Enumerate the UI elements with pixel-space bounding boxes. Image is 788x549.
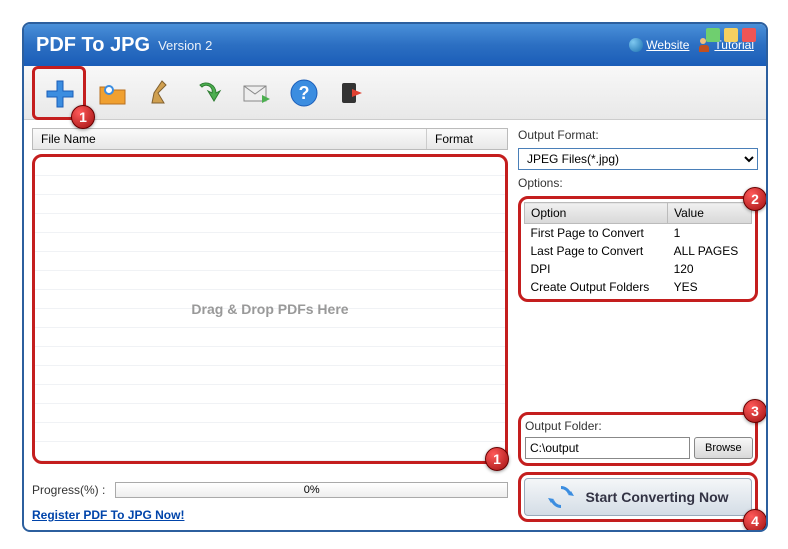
refresh-icon [547, 483, 575, 511]
arrow-down-icon [192, 77, 224, 109]
globe-icon [629, 38, 643, 52]
title-bar: PDF To JPG Version 2 Website Tutorial [24, 24, 766, 66]
email-button[interactable] [234, 71, 278, 115]
right-panel: Output Format: JPEG Files(*.jpg) Options… [518, 128, 758, 522]
help-icon: ? [288, 77, 320, 109]
start-convert-button[interactable]: Start Converting Now [524, 478, 752, 516]
options-table[interactable]: Option Value First Page to Convert1 Last… [524, 202, 752, 296]
app-window: PDF To JPG Version 2 Website Tutorial 1 [22, 22, 768, 532]
website-link[interactable]: Website [629, 38, 689, 52]
person-icon [697, 38, 711, 52]
file-drop-area[interactable]: Drag & Drop PDFs Here 1 [32, 154, 508, 464]
toolbar: 1 ? [24, 66, 766, 120]
convert-label: Start Converting Now [585, 489, 728, 505]
col-value: Value [668, 203, 752, 224]
website-label: Website [646, 38, 689, 52]
app-version: Version 2 [158, 38, 212, 53]
window-controls [706, 28, 756, 42]
badge-2: 2 [743, 187, 767, 211]
progress-row: Progress(%) : 0% [32, 482, 508, 498]
app-title: PDF To JPG [36, 34, 150, 57]
badge-1b: 1 [485, 447, 509, 471]
exit-icon [336, 77, 368, 109]
register-link[interactable]: Register PDF To JPG Now! [32, 508, 508, 522]
progress-value: 0% [304, 484, 320, 496]
close-button[interactable] [742, 28, 756, 42]
progress-bar: 0% [115, 482, 508, 498]
output-format-select[interactable]: JPEG Files(*.jpg) [518, 148, 758, 170]
help-button[interactable]: ? [282, 71, 326, 115]
add-folder-button[interactable] [90, 71, 134, 115]
refresh-button[interactable] [186, 71, 230, 115]
maximize-button[interactable] [724, 28, 738, 42]
table-row: DPI120 [525, 260, 752, 278]
table-row: Create Output FoldersYES [525, 278, 752, 296]
output-folder-label: Output Folder: [525, 419, 751, 433]
broom-icon [144, 77, 176, 109]
convert-panel: Start Converting Now 4 [518, 472, 758, 522]
col-format[interactable]: Format [427, 129, 507, 149]
file-list-header: File Name Format [32, 128, 508, 150]
badge-1: 1 [71, 105, 95, 129]
options-label: Options: [518, 176, 758, 190]
badge-4: 4 [743, 509, 767, 532]
table-row: Last Page to ConvertALL PAGES [525, 242, 752, 260]
output-folder-input[interactable] [525, 437, 690, 459]
progress-label: Progress(%) : [32, 483, 105, 497]
output-format-label: Output Format: [518, 128, 758, 142]
clear-list-button[interactable] [138, 71, 182, 115]
badge-3: 3 [743, 399, 767, 423]
folder-search-icon [96, 77, 128, 109]
options-panel: Option Value First Page to Convert1 Last… [518, 196, 758, 302]
col-option: Option [525, 203, 668, 224]
plus-icon [43, 77, 75, 109]
table-row: First Page to Convert1 [525, 224, 752, 243]
browse-button[interactable]: Browse [694, 437, 753, 459]
drop-hint: Drag & Drop PDFs Here [191, 301, 348, 317]
col-filename[interactable]: File Name [33, 129, 427, 149]
mail-icon [240, 77, 272, 109]
svg-text:?: ? [299, 83, 310, 103]
left-panel: File Name Format Drag & Drop PDFs Here 1… [32, 128, 508, 522]
output-folder-panel: Output Folder: Browse 3 [518, 412, 758, 466]
exit-button[interactable] [330, 71, 374, 115]
